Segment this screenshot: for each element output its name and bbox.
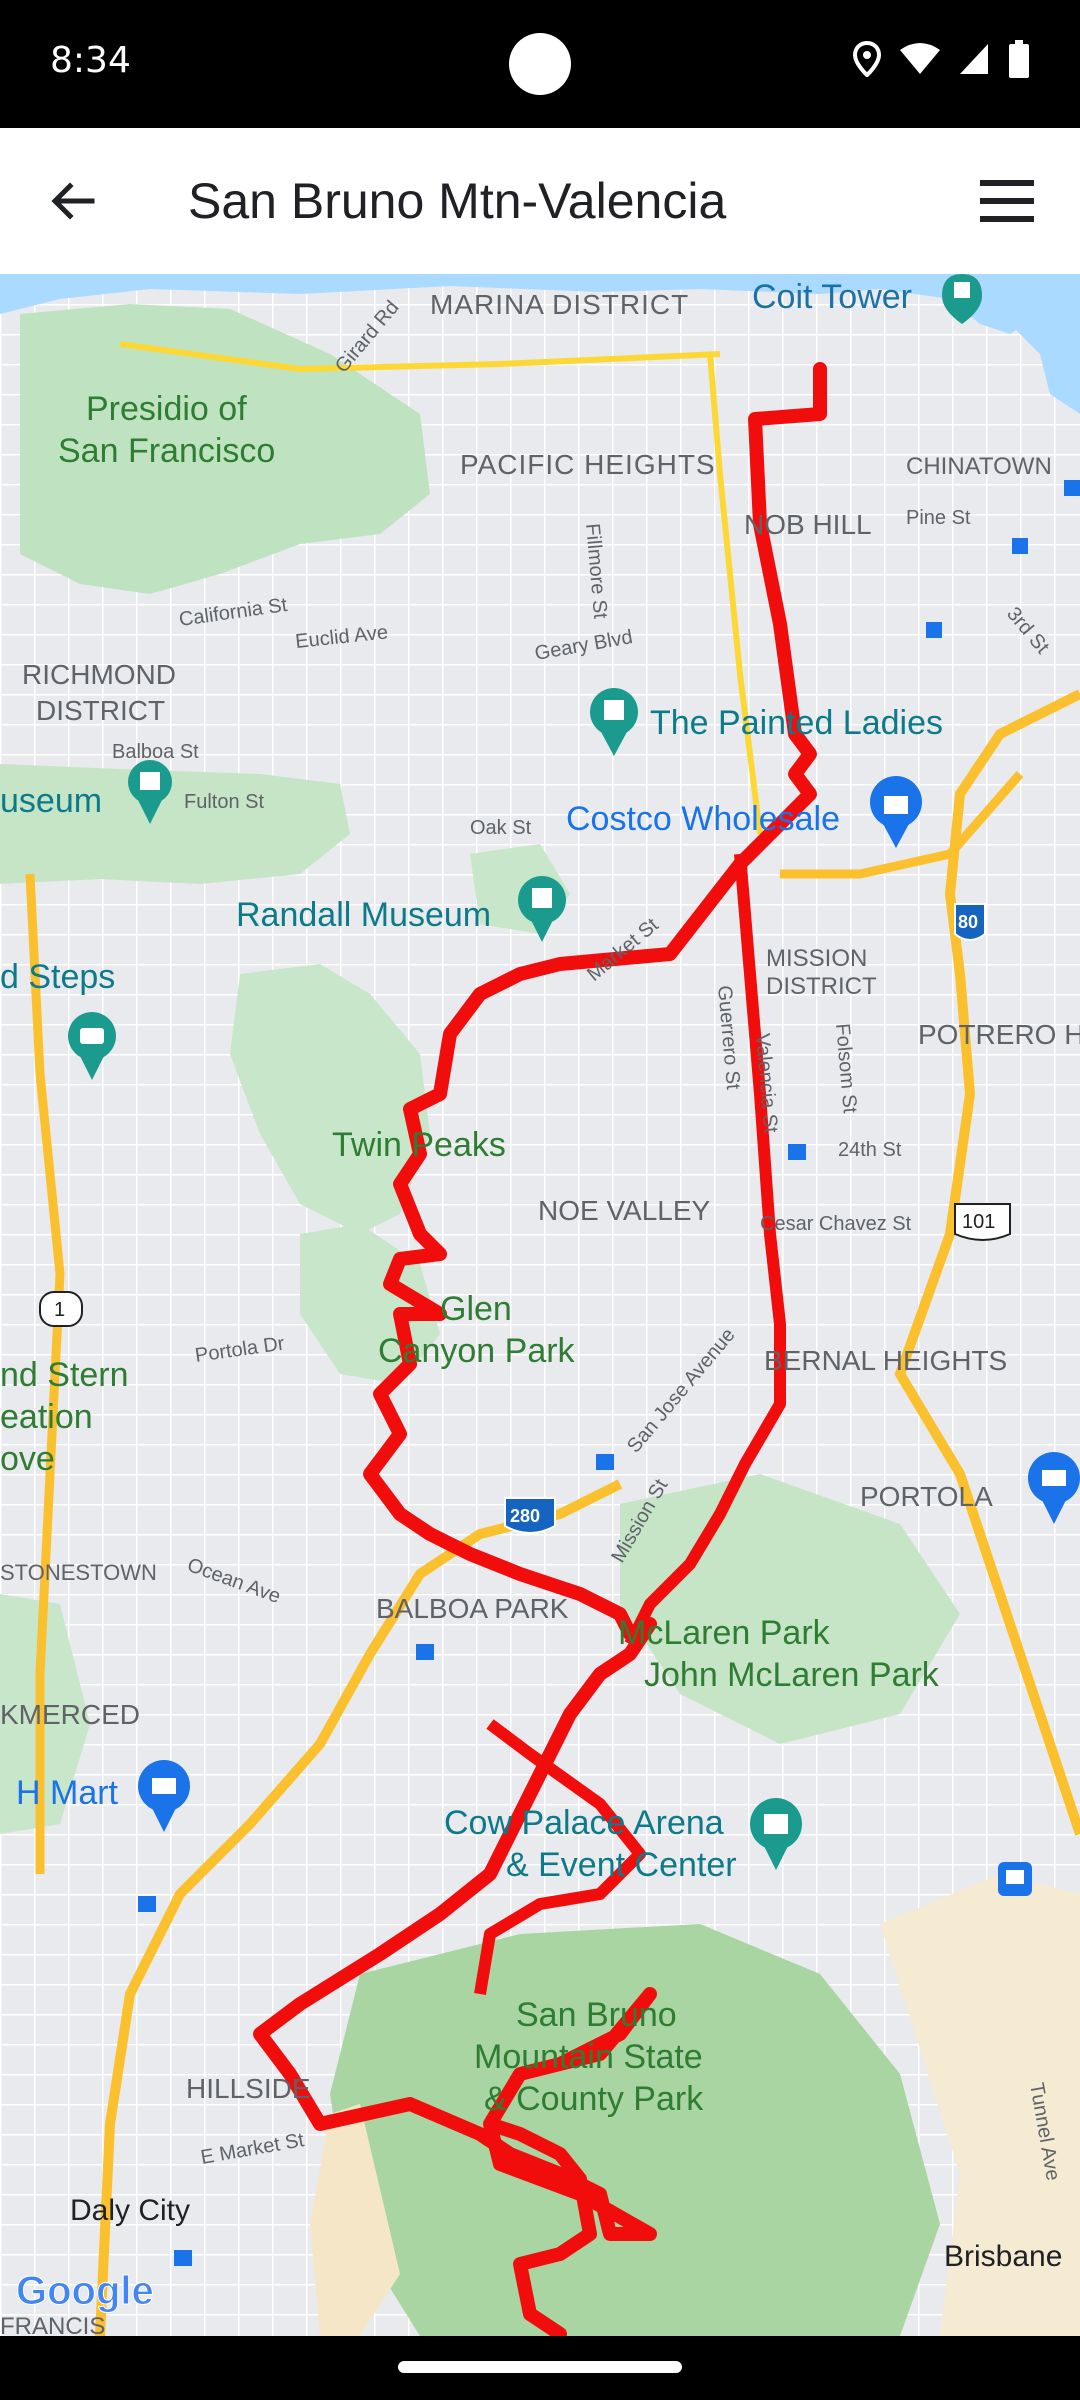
transit-station-icon[interactable]: [998, 1862, 1032, 1896]
street-label: Balboa St: [112, 741, 199, 763]
front-camera: [509, 33, 571, 95]
poi-label[interactable]: & Event Center: [506, 1846, 737, 1884]
transit-stop-icon[interactable]: [788, 1144, 806, 1160]
poi-label[interactable]: The Painted Ladies: [650, 704, 943, 742]
map-canvas[interactable]: MARINA DISTRICT PACIFIC HEIGHTS CHINATOW…: [0, 274, 1080, 2336]
interstate-280-shield: 280: [504, 1497, 556, 1534]
street-label: 24th St: [838, 1139, 902, 1161]
district-label: BERNAL HEIGHTS: [764, 1345, 1007, 1376]
hamburger-menu-icon[interactable]: [974, 168, 1040, 234]
wifi-icon: [900, 43, 940, 74]
park-label: eation: [0, 1398, 93, 1436]
district-label: HILLSIDE: [186, 2073, 311, 2104]
transit-stop-icon[interactable]: [138, 1896, 156, 1912]
park-label: John McLaren Park: [644, 1656, 940, 1694]
district-label: KMERCED: [0, 1699, 140, 1730]
status-time: 8:34: [50, 40, 131, 81]
transit-stop-icon[interactable]: [596, 1454, 614, 1470]
street-label: Pine St: [906, 507, 971, 529]
district-label: MARINA DISTRICT: [430, 289, 689, 320]
district-label: FRANCIS: [0, 2313, 105, 2336]
poi-label[interactable]: Costco Wholesale: [566, 800, 840, 838]
park-label: Twin Peaks: [332, 1126, 506, 1164]
city-label: Daly City: [70, 2194, 190, 2227]
status-icons: [852, 40, 1030, 78]
district-label: CHINATOWN: [906, 453, 1052, 480]
transit-stop-icon[interactable]: [1064, 480, 1080, 496]
street-label: Fulton St: [184, 791, 264, 813]
park-label: nd Stern: [0, 1356, 129, 1394]
svg-text:280: 280: [510, 1506, 540, 1526]
park-label: ove: [0, 1440, 55, 1478]
district-label: BALBOA PARK: [376, 1593, 569, 1624]
ca-1-shield: 1: [39, 1291, 83, 1327]
poi-label[interactable]: H Mart: [16, 1774, 119, 1812]
transit-stop-icon[interactable]: [926, 622, 942, 638]
interstate-80-shield: 80: [954, 903, 986, 941]
system-nav-bar: [0, 2336, 1080, 2400]
poi-label[interactable]: useum: [0, 782, 102, 820]
home-gesture-handle[interactable]: [398, 2361, 682, 2373]
park-label: Presidio of: [86, 390, 247, 428]
status-bar: 8:34: [0, 0, 1080, 128]
poi-label[interactable]: Randall Museum: [236, 896, 491, 934]
district-label: NOB HILL: [744, 509, 872, 540]
transit-stop-icon[interactable]: [174, 2250, 192, 2266]
park-label: Canyon Park: [378, 1332, 576, 1370]
svg-text:1: 1: [54, 1299, 65, 1321]
district-label: PACIFIC HEIGHTS: [460, 449, 716, 480]
park-label: San Francisco: [58, 432, 275, 470]
poi-label[interactable]: Coit Tower: [752, 278, 912, 316]
park-label: Glen: [440, 1290, 512, 1328]
park-label: Mountain State: [474, 2038, 703, 2076]
street-label: Cesar Chavez St: [760, 1213, 912, 1235]
transit-stop-icon[interactable]: [416, 1644, 434, 1660]
us-101-shield: 101: [954, 1203, 1011, 1241]
svg-text:101: 101: [962, 1211, 995, 1233]
transit-stop-icon[interactable]: [1012, 538, 1028, 554]
signal-icon: [960, 44, 988, 74]
park-label: San Bruno: [516, 1996, 677, 2034]
district-label: MISSION: [766, 945, 867, 972]
district-label: PORTOLA: [860, 1481, 993, 1512]
district-label: POTRERO H: [918, 1019, 1080, 1050]
park-label: & County Park: [484, 2080, 704, 2118]
svg-text:80: 80: [958, 912, 978, 932]
page-title: San Bruno Mtn-Valencia: [188, 173, 727, 229]
app-bar: San Bruno Mtn-Valencia: [0, 128, 1080, 275]
district-label: RICHMOND: [22, 659, 176, 690]
poi-label[interactable]: Cow Palace Arena: [444, 1804, 724, 1842]
map-view[interactable]: MARINA DISTRICT PACIFIC HEIGHTS CHINATOW…: [0, 274, 1080, 2336]
park-label: McLaren Park: [618, 1614, 831, 1652]
street-label: Oak St: [470, 817, 532, 839]
location-icon: [852, 41, 882, 77]
battery-icon: [1009, 40, 1029, 78]
district-label: DISTRICT: [36, 695, 165, 726]
arrow-back-icon[interactable]: [40, 168, 106, 234]
district-label: DISTRICT: [766, 973, 877, 1000]
google-logo: Google: [16, 2269, 154, 2313]
district-label: STONESTOWN: [0, 1560, 157, 1585]
poi-label[interactable]: d Steps: [0, 958, 115, 996]
district-label: NOE VALLEY: [538, 1195, 711, 1226]
city-label: Brisbane: [944, 2240, 1062, 2273]
